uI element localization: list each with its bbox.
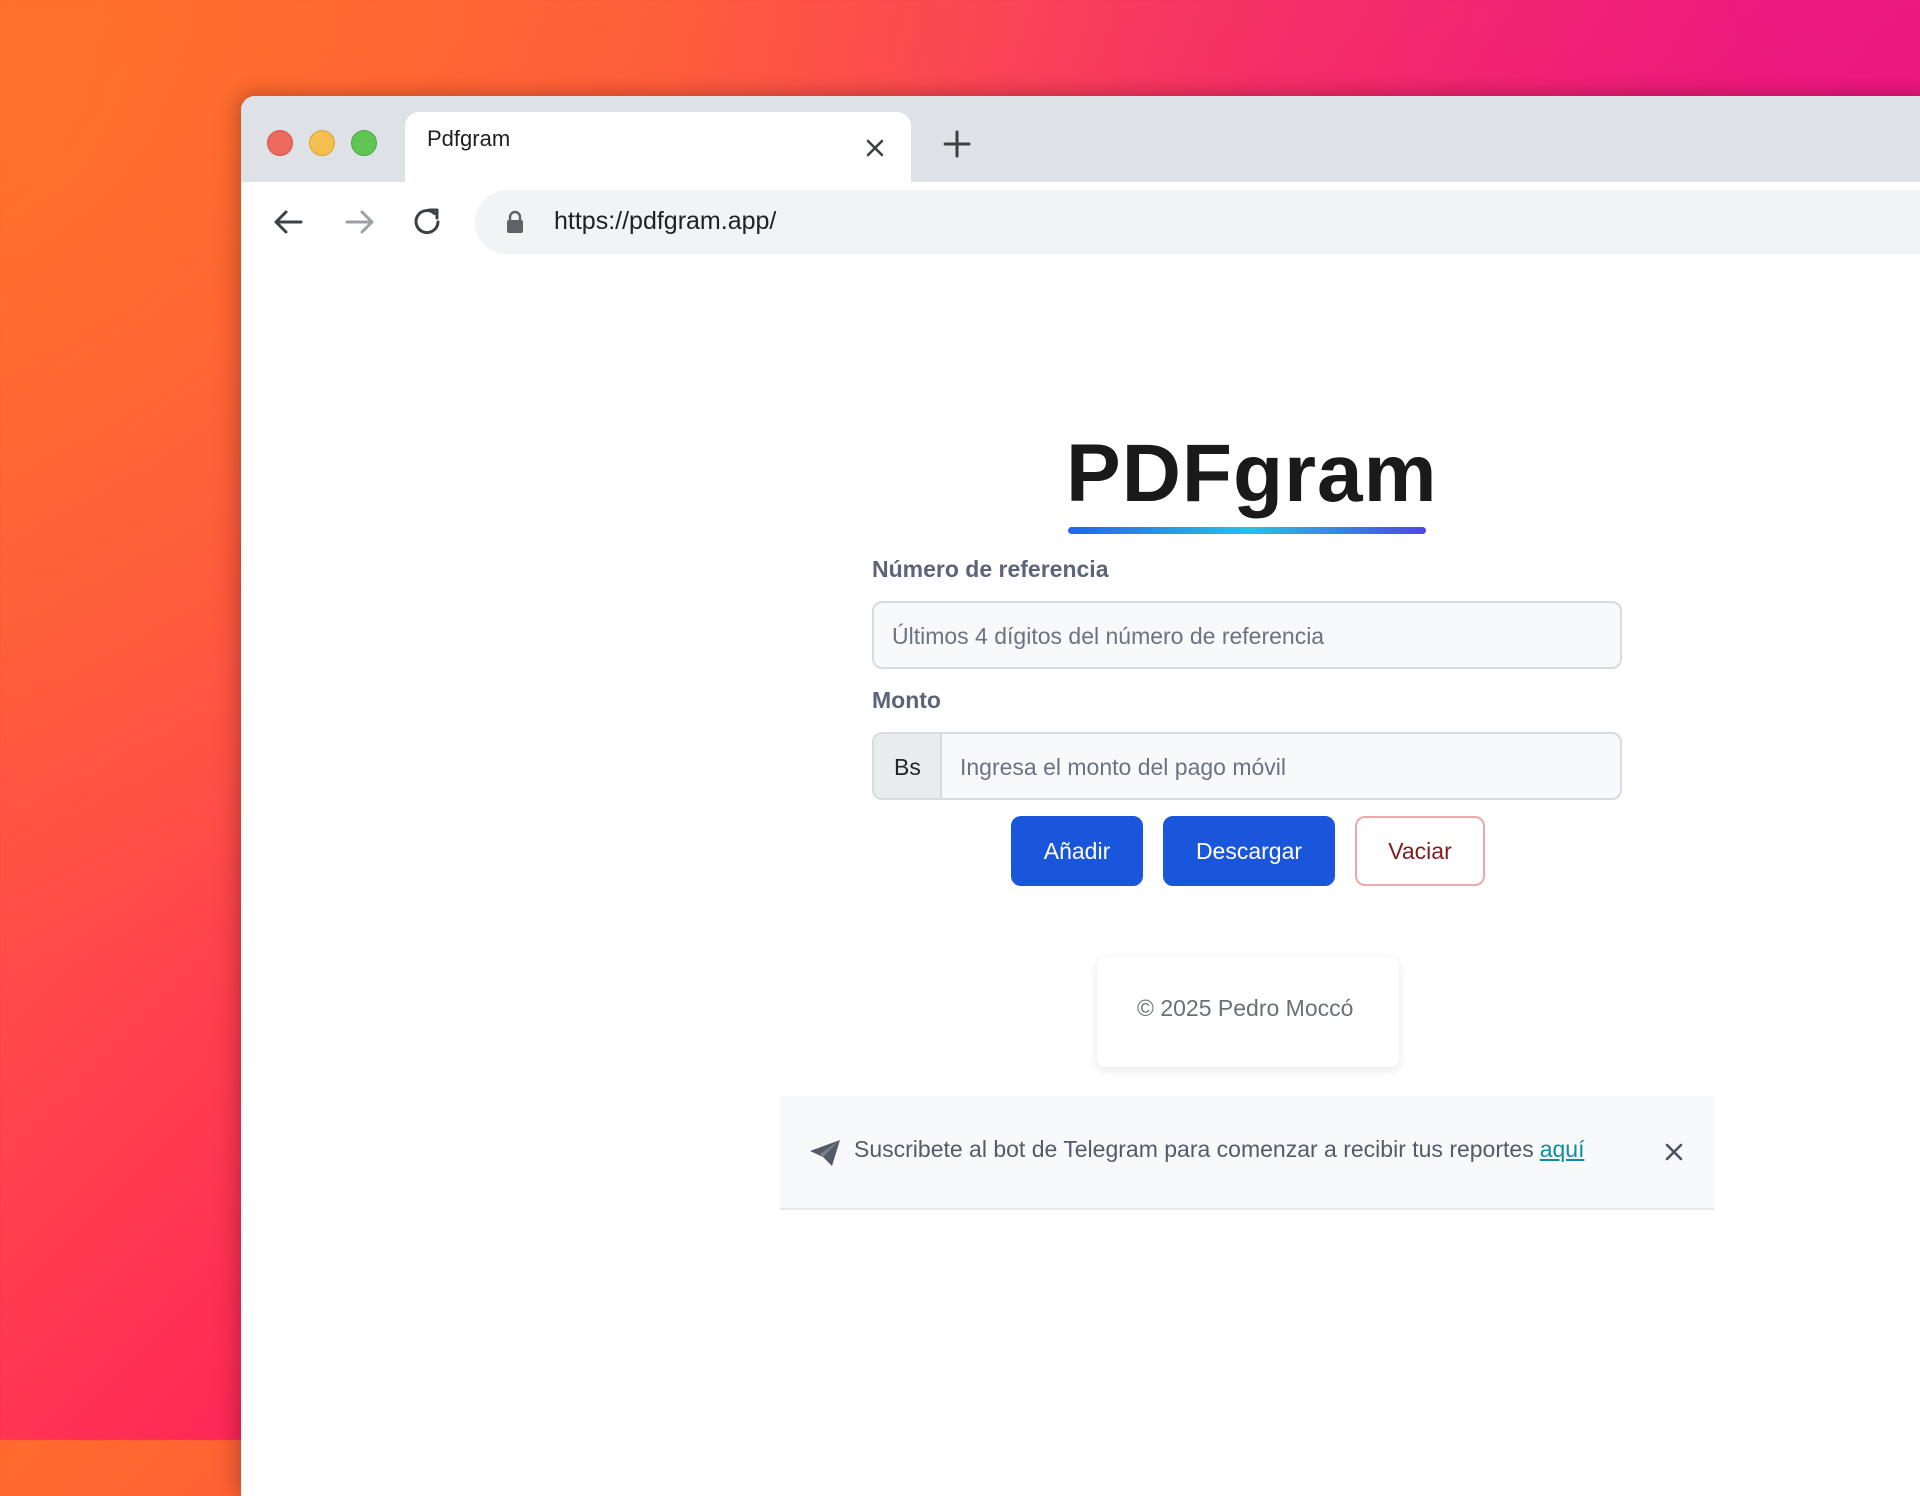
telegram-toast: Suscribete al bot de Telegram para comen… bbox=[780, 1096, 1714, 1210]
footer-card: © 2025 Pedro Moccó bbox=[1097, 957, 1399, 1067]
arrow-right-icon[interactable] bbox=[341, 204, 377, 240]
tab-pdfgram[interactable]: Pdfgram bbox=[405, 112, 911, 182]
browser-toolbar: https://pdfgram.app/ bbox=[241, 182, 1920, 262]
lock-icon bbox=[503, 210, 527, 234]
amount-placeholder: Ingresa el monto del pago móvil bbox=[960, 754, 1287, 780]
reload-icon[interactable] bbox=[409, 204, 445, 240]
plus-icon[interactable] bbox=[939, 126, 975, 162]
minimize-window-button[interactable] bbox=[309, 130, 335, 156]
title-underline bbox=[1068, 527, 1426, 534]
close-icon[interactable] bbox=[859, 132, 891, 164]
reference-input[interactable]: Últimos 4 dígitos del número de referenc… bbox=[872, 601, 1622, 669]
tab-title: Pdfgram bbox=[427, 126, 511, 151]
maximize-window-button[interactable] bbox=[351, 130, 377, 156]
toast-link[interactable]: aquí bbox=[1540, 1136, 1585, 1162]
amount-label: Monto bbox=[872, 687, 941, 713]
page-content: PDFgram Número de referencia Últimos 4 d… bbox=[241, 262, 1920, 1496]
clear-button[interactable]: Vaciar bbox=[1355, 816, 1485, 886]
url-text: https://pdfgram.app/ bbox=[554, 207, 777, 235]
reference-placeholder: Últimos 4 dígitos del número de referenc… bbox=[892, 623, 1325, 649]
arrow-left-icon[interactable] bbox=[271, 204, 307, 240]
currency-addon: Bs bbox=[874, 734, 942, 798]
download-button[interactable]: Descargar bbox=[1163, 816, 1335, 886]
close-window-button[interactable] bbox=[267, 130, 293, 156]
address-bar[interactable]: https://pdfgram.app/ bbox=[475, 190, 1920, 254]
close-icon[interactable] bbox=[1660, 1138, 1688, 1166]
reference-label: Número de referencia bbox=[872, 556, 1109, 582]
currency-addon-text: Bs bbox=[894, 754, 921, 780]
telegram-send-icon bbox=[808, 1138, 842, 1168]
tab-strip: Pdfgram bbox=[241, 96, 1920, 182]
toast-message: Suscribete al bot de Telegram para comen… bbox=[854, 1136, 1584, 1163]
add-button[interactable]: Añadir bbox=[1011, 816, 1143, 886]
page-title: PDFgram bbox=[1066, 428, 1438, 519]
footer-copyright: © 2025 Pedro Moccó bbox=[1137, 995, 1354, 1021]
toast-message-text: Suscribete al bot de Telegram para comen… bbox=[854, 1136, 1534, 1162]
amount-input[interactable]: Bs Ingresa el monto del pago móvil bbox=[872, 732, 1622, 800]
browser-window: Pdfgram https://pdfgram.app/ PDFgram Núm… bbox=[241, 96, 1920, 1496]
